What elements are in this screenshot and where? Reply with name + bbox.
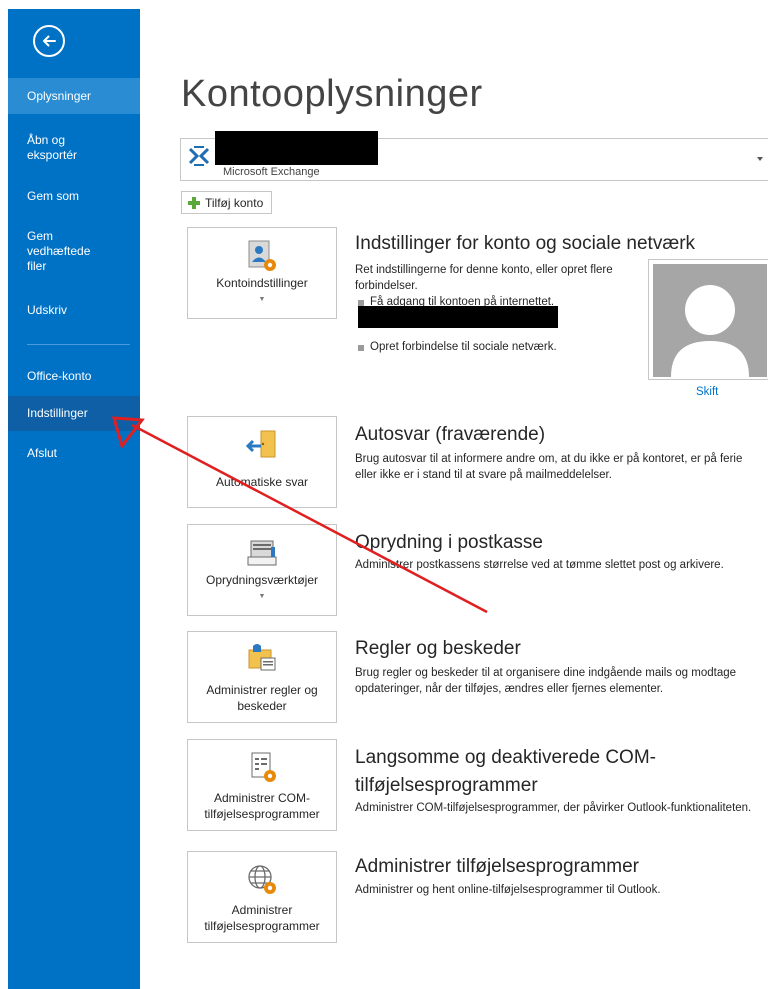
section-title: Indstillinger for konto og sociale netvæ… [355, 233, 696, 254]
section-title: Langsomme og deaktiverede COM-tilføjelse… [355, 747, 656, 796]
redacted-account-name [215, 131, 378, 165]
nav-item-exit[interactable]: Afslut [8, 446, 140, 461]
cleanup-tools-icon [247, 540, 277, 566]
tile-label: Administrer COM-tilføjelsesprogrammer [204, 791, 320, 821]
tile-label: Administrer tilføjelsesprogrammer [204, 903, 320, 933]
chevron-down-icon: ▼ [258, 296, 266, 303]
nav-item-label: Gem som [27, 189, 80, 203]
section-description: Ret indstillingerne for denne konto, ell… [355, 264, 613, 292]
nav-item-open-export[interactable]: Åbn og eksportér [8, 133, 88, 163]
nav-item-info[interactable]: Oplysninger [8, 78, 140, 114]
account-settings-button[interactable]: Kontoindstillinger ▼ [187, 227, 337, 319]
exchange-logo-icon [188, 146, 210, 166]
rules-alerts-icon [248, 644, 276, 671]
manage-com-addins-button[interactable]: Administrer COM-tilføjelsesprogrammer [187, 739, 337, 831]
redacted-url [358, 306, 558, 328]
nav-item-options[interactable]: Indstillinger [8, 396, 140, 431]
section-description: Brug regler og beskeder til at organiser… [355, 667, 737, 695]
section-title: Administrer tilføjelsesprogrammer [355, 856, 640, 877]
nav-item-label: Indstillinger [27, 406, 88, 420]
back-button[interactable] [33, 25, 65, 57]
section-description: Administrer og hent online-tilføjelsespr… [355, 884, 661, 896]
tile-label: Kontoindstillinger [216, 276, 308, 290]
section-description: Administrer postkassens størrelse ved at… [355, 559, 724, 571]
nav-item-label: Udskriv [27, 303, 68, 317]
nav-item-save-as[interactable]: Gem som [8, 189, 140, 204]
com-addins-icon [251, 752, 276, 782]
tile-label: Oprydningsværktøjer [205, 573, 319, 587]
tile-label: Administrer regler og beskeder [206, 683, 318, 713]
manage-addins-button[interactable]: Administrer tilføjelsesprogrammer [187, 851, 337, 943]
nav-item-label: Office-konto [27, 369, 92, 383]
cleanup-tools-button[interactable]: Oprydningsværktøjer ▼ [187, 524, 337, 616]
section-title: Regler og beskeder [355, 638, 521, 659]
avatar [653, 264, 767, 377]
section-description: Administrer COM-tilføjelsesprogrammer, d… [355, 802, 752, 814]
nav-item-label: Åbn og eksportér [27, 133, 78, 162]
section-description: Brug autosvar til at informere andre om,… [355, 453, 743, 481]
profile-photo [648, 259, 768, 380]
tile-label: Automatiske svar [215, 475, 309, 489]
nav-item-office-account[interactable]: Office-konto [8, 369, 140, 384]
nav-item-save-attachments[interactable]: Gem vedhæftede filer [8, 229, 140, 274]
page-title: Kontooplysninger [181, 73, 483, 115]
backstage-sidebar: Oplysninger Åbn og eksportér Gem som Gem… [8, 9, 140, 989]
add-account-label: Tilføj konto [205, 195, 264, 210]
chevron-down-icon: ▼ [258, 593, 266, 600]
add-account-button[interactable]: Tilføj konto [181, 191, 273, 214]
sidebar-divider [27, 344, 130, 345]
nav-item-label: Gem vedhæftede filer [27, 229, 91, 273]
bullet-text: Opret forbindelse til sociale netværk. [370, 341, 557, 353]
manage-rules-button[interactable]: Administrer regler og beskeder [187, 631, 337, 723]
section-title: Oprydning i postkasse [355, 532, 543, 553]
change-photo-link[interactable]: Skift [696, 386, 718, 398]
manage-addins-icon [248, 865, 276, 894]
section-title: Autosvar (fraværende) [355, 424, 546, 445]
nav-item-label: Afslut [27, 446, 58, 460]
nav-item-label: Oplysninger [27, 89, 92, 103]
account-settings-icon [248, 240, 276, 271]
account-type-label: Microsoft Exchange [223, 166, 320, 178]
automatic-replies-icon [245, 430, 276, 458]
automatic-replies-button[interactable]: Automatiske svar [187, 416, 337, 508]
back-arrow-icon [43, 35, 56, 47]
plus-icon [188, 196, 200, 209]
chevron-down-icon [757, 157, 763, 161]
account-selector[interactable]: Microsoft Exchange [180, 131, 768, 181]
person-silhouette-icon [671, 285, 749, 377]
nav-item-print[interactable]: Udskriv [8, 303, 140, 318]
bullet-icon [358, 345, 364, 351]
